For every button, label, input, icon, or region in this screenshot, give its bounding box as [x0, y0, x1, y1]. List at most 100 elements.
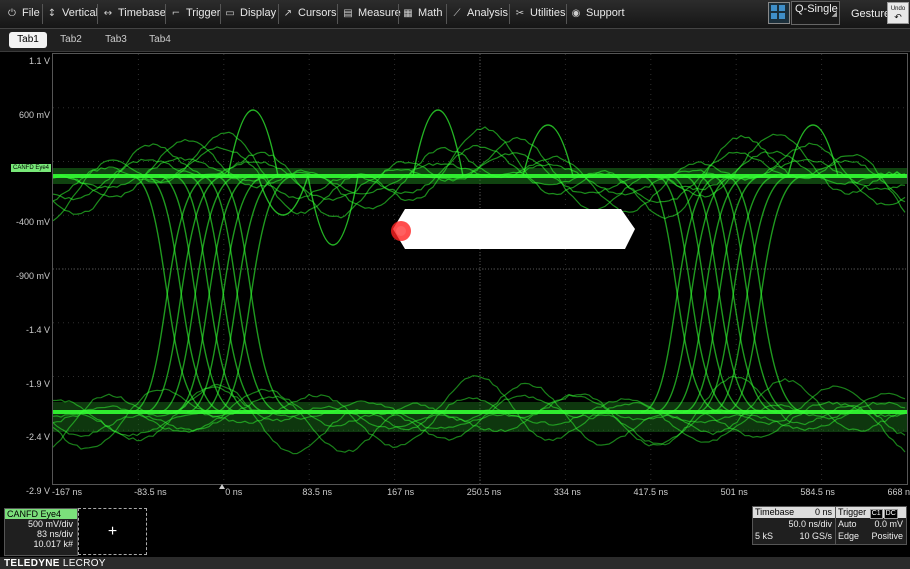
grid-cell-icon [779, 5, 785, 11]
falling-edge [158, 175, 240, 413]
dropdown-corner-icon: ◢ [831, 11, 837, 18]
timebase-row: 50.0 ns/div [753, 518, 835, 530]
undo-arrow-icon: ↶ [894, 12, 902, 22]
menu-support[interactable]: ◉ Support [570, 0, 625, 28]
grid-cell-icon [771, 13, 777, 19]
horizontal-arrows-icon: ↔ [103, 8, 113, 19]
menu-separator [509, 4, 510, 24]
y-tick-label: -1.9 V [25, 378, 50, 389]
timebase-title: Timebase [755, 507, 795, 517]
menu-file[interactable]: ⏻ File [6, 0, 40, 28]
add-trace-button[interactable]: + [78, 508, 147, 555]
falling-edge [696, 175, 778, 413]
trigger-row: Edge Positive [836, 530, 906, 542]
trigger-title: Trigger [838, 507, 867, 517]
channel-count: 10.017 k# [33, 539, 73, 549]
x-tick-label: 417.5 ns [633, 487, 669, 497]
menu-bar: ⏻ File ↕ Vertical ↔ Timebase ⌐ Trigger ▭ Disp… [0, 0, 910, 29]
y-tick-label: -400 mV [15, 217, 50, 228]
tab-1[interactable]: Tab1 [9, 32, 47, 48]
vertical-arrows-icon: ↕ [47, 8, 57, 19]
channel-title: CANFD Eye4 [5, 509, 77, 519]
menu-timebase[interactable]: ↔ Timebase [102, 0, 166, 28]
x-tick-label: 250.5 ns [466, 487, 502, 497]
brand-part2: LECROY [62, 558, 106, 569]
tab-3[interactable]: Tab3 [97, 32, 135, 48]
y-tick-label: 600 mV [18, 109, 50, 120]
eye-diagram-display[interactable] [52, 53, 908, 485]
x-axis-labels: -167 ns -83.5 ns 0 ns 83.5 ns 167 ns 250.5 ns… [0, 487, 910, 501]
trigger-header: Trigger C1 DC [836, 507, 906, 519]
timebase-tdiv: 50.0 ns/div [788, 519, 832, 529]
menu-utilities-label: Utilities [530, 7, 566, 19]
menu-display[interactable]: ▭ Display [224, 0, 276, 28]
menu-display-label: Display [240, 7, 277, 19]
menu-support-label: Support [586, 7, 625, 19]
menu-math-label: Math [418, 7, 443, 19]
tools-icon: ✂ [515, 8, 525, 19]
tab-2[interactable]: Tab2 [52, 32, 90, 48]
x-tick-label: 501 ns [720, 487, 748, 497]
power-icon: ⏻ [8, 8, 16, 19]
overshoot-trace [307, 175, 359, 246]
menu-analysis[interactable]: ⟋ Analysis [451, 0, 508, 28]
zero-time-marker [219, 484, 225, 489]
menu-separator [278, 4, 279, 24]
timebase-rate: 10 GS/s [799, 531, 832, 541]
grid-cell-icon [779, 13, 785, 19]
channel-descriptor[interactable]: CANFD Eye4 500 mV/div 83 ns/div 10.017 k… [4, 508, 78, 556]
trigger-descriptor[interactable]: Trigger C1 DC Auto 0.0 mV Edge Positive [835, 506, 907, 545]
mask-violation-marker [391, 221, 411, 241]
trigger-mode-select[interactable]: Q-Single ◢ [791, 1, 840, 25]
x-tick-label: 0 ns [225, 487, 243, 497]
menu-separator [165, 4, 166, 24]
falling-edge [186, 175, 268, 413]
y-tick-label: 1.1 V [28, 56, 50, 66]
math-icon: ▦ [403, 8, 413, 19]
trigger-slope: Positive [871, 531, 903, 541]
footer-bar [0, 557, 910, 569]
menu-file-label: File [22, 7, 40, 19]
menu-trigger-label: Trigger [186, 7, 221, 19]
trigger-edge-icon: ⌐ [171, 8, 181, 19]
menu-measure[interactable]: ▤ Measure [342, 0, 401, 28]
menu-math[interactable]: ▦ Math [402, 0, 442, 28]
rising-edge [158, 175, 240, 413]
grid-layout-button[interactable] [768, 2, 790, 24]
timebase-descriptor[interactable]: Timebase 0 ns 50.0 ns/div 5 kS 10 GS/s [752, 506, 836, 545]
eye-mask [393, 209, 635, 249]
menu-vertical-label: Vertical [62, 7, 99, 19]
menu-utilities[interactable]: ✂ Utilities [514, 0, 566, 28]
channel-hdiv: 83 ns/div [36, 529, 73, 539]
x-tick-label: 83.5 ns [302, 487, 332, 497]
display-icon: ▭ [225, 8, 235, 19]
menu-separator [398, 4, 399, 24]
menu-vertical[interactable]: ↕ Vertical [46, 0, 98, 28]
tab-bar: Tab1 Tab2 Tab3 Tab4 [0, 29, 910, 52]
channel-vdiv: 500 mV/div [27, 519, 73, 529]
timebase-samples: 5 kS [755, 531, 774, 541]
timebase-delay: 0 ns [814, 507, 832, 517]
menu-cursors[interactable]: ↗ Cursors [282, 0, 337, 28]
trace-label[interactable]: CANFD Eye4 [11, 164, 52, 172]
support-icon: ◉ [571, 8, 581, 19]
menu-separator [446, 4, 447, 24]
x-tick-label: 668 ns [887, 487, 910, 497]
menu-timebase-label: Timebase [118, 7, 166, 19]
trigger-row: Auto 0.0 mV [836, 518, 906, 530]
brand-part1: TELEDYNE [4, 558, 60, 569]
undo-button[interactable]: Undo ↶ [887, 2, 909, 24]
measure-icon: ▤ [343, 8, 353, 19]
trigger-mode: Auto [838, 519, 857, 529]
rising-edge [696, 175, 778, 413]
analysis-icon: ⟋ [453, 8, 461, 19]
tab-4[interactable]: Tab4 [141, 32, 179, 48]
timebase-row: 5 kS 10 GS/s [753, 530, 835, 542]
menu-cursors-label: Cursors [298, 7, 337, 19]
x-tick-label: -167 ns [51, 487, 83, 497]
menu-trigger[interactable]: ⌐ Trigger [170, 0, 221, 28]
gesture-label[interactable]: Gesture [851, 0, 890, 28]
plus-icon: + [107, 523, 118, 540]
menu-separator [337, 4, 338, 24]
menu-separator [220, 4, 221, 24]
